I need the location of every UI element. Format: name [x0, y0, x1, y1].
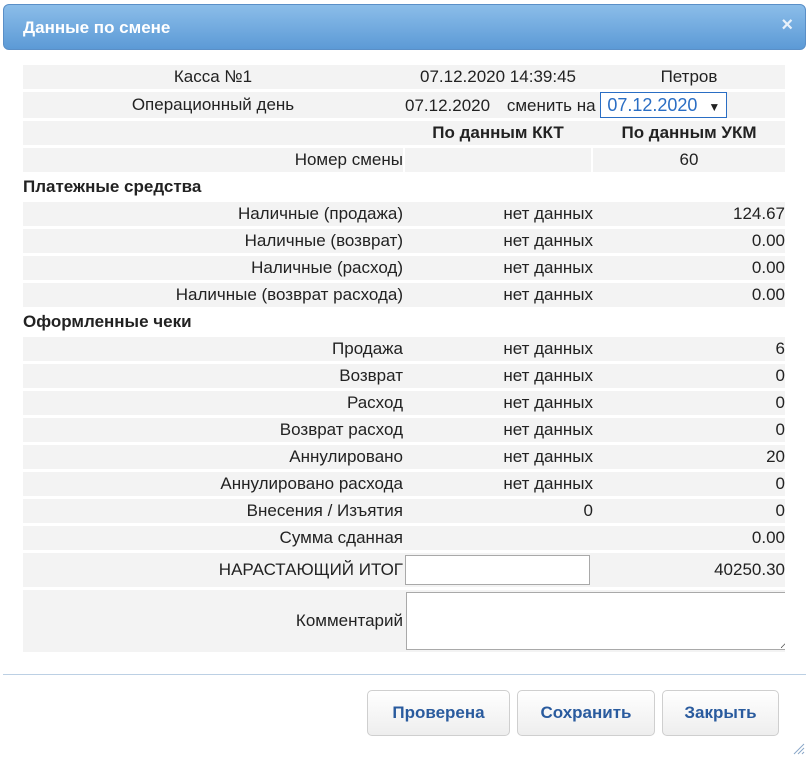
shift-number-label: Номер смены	[23, 148, 403, 172]
row-label: Наличные (возврат)	[23, 229, 403, 253]
row-kkt: нет данных	[403, 418, 593, 442]
table-row: Аннулировано нет данных 20	[23, 445, 785, 469]
opday-date-select-value: 07.12.2020	[607, 95, 698, 115]
row-kkt: нет данных	[403, 283, 593, 307]
row-ukm: 0	[593, 418, 785, 442]
row-ukm: 0.00	[593, 256, 785, 280]
chevron-down-icon: ▼	[708, 100, 721, 114]
row-label: Наличные (возврат расхода)	[23, 283, 403, 307]
row-ukm: 0	[593, 391, 785, 415]
row-label: Возврат расход	[23, 418, 403, 442]
row-ukm: 0.00	[593, 229, 785, 253]
operator-name: Петров	[593, 65, 785, 89]
table-row: Наличные (возврат расхода) нет данных 0.…	[23, 283, 785, 307]
row-kkt: нет данных	[403, 229, 593, 253]
comment-cell	[403, 590, 785, 652]
save-button[interactable]: Сохранить	[517, 690, 655, 736]
table-row: Продажа нет данных 6	[23, 337, 785, 361]
row-label: Возврат	[23, 364, 403, 388]
column-kkt: По данным ККТ	[403, 121, 593, 145]
checks-section-title: Оформленные чеки	[23, 312, 192, 331]
row-label: Аннулировано расхода	[23, 472, 403, 496]
row-label: Аннулировано	[23, 445, 403, 469]
shift-data-table: Касса №1 07.12.2020 14:39:45 Петров Опер…	[23, 62, 785, 655]
table-row: Номер смены 60	[23, 148, 785, 172]
payment-section-title: Платежные средства	[23, 177, 202, 196]
shift-datetime: 07.12.2020 14:39:45	[403, 65, 593, 89]
table-row: Наличные (расход) нет данных 0.00	[23, 256, 785, 280]
checked-button[interactable]: Проверена	[367, 690, 510, 736]
total-ukm: 40250.30	[593, 553, 785, 587]
section-header: Оформленные чеки	[23, 310, 785, 334]
row-ukm: 0.00	[593, 283, 785, 307]
total-input-cell	[403, 553, 593, 587]
row-ukm: 6	[593, 337, 785, 361]
table-row: Операционный день 07.12.2020 сменить на …	[23, 92, 785, 118]
change-label: сменить на	[506, 96, 596, 115]
table-row: Внесения / Изъятия 0 0	[23, 499, 785, 523]
row-kkt: нет данных	[403, 256, 593, 280]
table-row: Сумма сданная 0.00	[23, 526, 785, 550]
opday-date: 07.12.2020	[405, 96, 491, 115]
dialog-titlebar[interactable]: Данные по смене ×	[3, 4, 806, 50]
table-row: Наличные (возврат) нет данных 0.00	[23, 229, 785, 253]
table-row: Возврат нет данных 0	[23, 364, 785, 388]
close-icon[interactable]: ×	[781, 15, 793, 35]
comment-textarea[interactable]	[406, 592, 785, 650]
opday-date-select[interactable]: 07.12.2020 ▼	[600, 92, 728, 118]
total-input[interactable]	[405, 555, 590, 585]
comment-label: Комментарий	[23, 590, 403, 652]
row-ukm: 0	[593, 499, 785, 523]
row-label: Продажа	[23, 337, 403, 361]
row-ukm: 20	[593, 445, 785, 469]
row-kkt: нет данных	[403, 364, 593, 388]
row-ukm: 0	[593, 364, 785, 388]
kassa-label: Касса №1	[23, 65, 403, 89]
total-label: НАРАСТАЮЩИЙ ИТОГ	[23, 553, 403, 587]
opday-label: Операционный день	[23, 92, 403, 118]
table-row: Аннулировано расхода нет данных 0	[23, 472, 785, 496]
row-label: Внесения / Изъятия	[23, 499, 403, 523]
total-row: НАРАСТАЮЩИЙ ИТОГ 40250.30	[23, 553, 785, 587]
table-row: Касса №1 07.12.2020 14:39:45 Петров	[23, 65, 785, 89]
row-kkt: нет данных	[403, 472, 593, 496]
row-kkt: нет данных	[403, 202, 593, 226]
row-ukm: 124.67	[593, 202, 785, 226]
footer-divider	[3, 674, 806, 675]
row-kkt	[403, 526, 593, 550]
section-header: Платежные средства	[23, 175, 785, 199]
row-kkt: нет данных	[403, 337, 593, 361]
row-label: Наличные (расход)	[23, 256, 403, 280]
table-row: Наличные (продажа) нет данных 124.67	[23, 202, 785, 226]
row-label: Расход	[23, 391, 403, 415]
dialog-title: Данные по смене	[23, 18, 171, 37]
comment-row: Комментарий	[23, 590, 785, 652]
opday-cell: 07.12.2020 сменить на 07.12.2020 ▼	[403, 92, 785, 118]
row-label: Сумма сданная	[23, 526, 403, 550]
table-row: Возврат расход нет данных 0	[23, 418, 785, 442]
row-ukm: 0.00	[593, 526, 785, 550]
row-kkt: 0	[403, 499, 593, 523]
table-row: Расход нет данных 0	[23, 391, 785, 415]
shift-data-dialog: Данные по смене × Касса №1 07.12.2020 14…	[0, 0, 809, 759]
close-button[interactable]: Закрыть	[662, 690, 779, 736]
shift-number-kkt	[403, 148, 593, 172]
row-ukm: 0	[593, 472, 785, 496]
column-ukm: По данным УКМ	[593, 121, 785, 145]
row-label: Наличные (продажа)	[23, 202, 403, 226]
row-kkt: нет данных	[403, 391, 593, 415]
shift-number-ukm: 60	[593, 148, 785, 172]
columns-header: По данным ККТ По данным УКМ	[23, 121, 785, 145]
row-kkt: нет данных	[403, 445, 593, 469]
resize-grip-icon[interactable]	[793, 743, 805, 755]
